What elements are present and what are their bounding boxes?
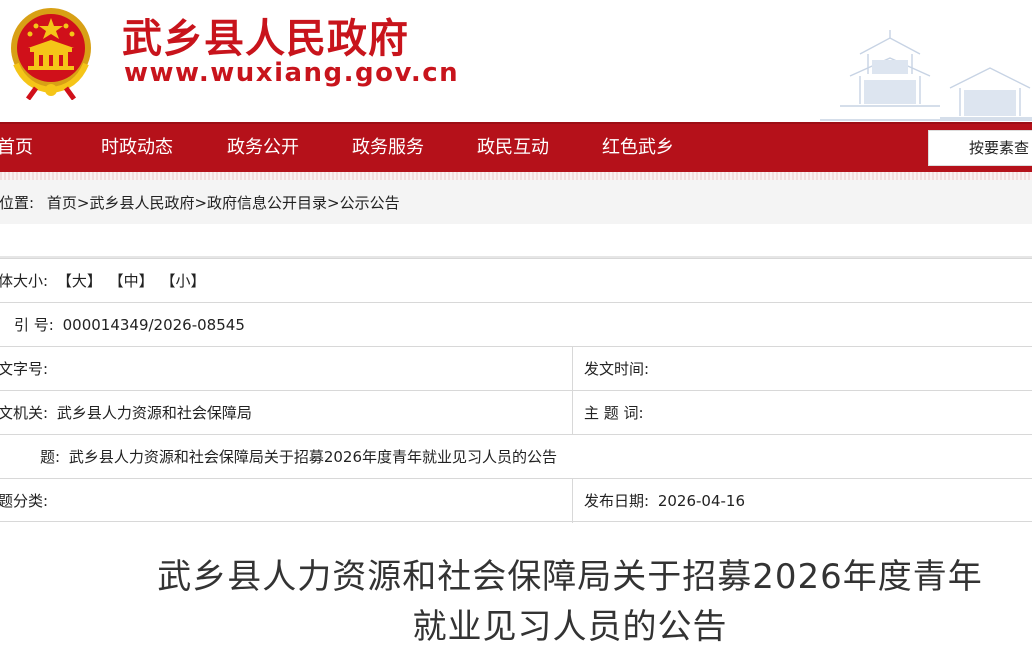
nav-item-home[interactable]: 首页	[0, 124, 33, 172]
breadcrumb-home[interactable]: 首页	[47, 180, 77, 226]
breadcrumb-info-catalog[interactable]: 政府信息公开目录	[207, 180, 327, 226]
font-size-label: 体大小:	[0, 272, 49, 290]
doc-number-label: 文字号:	[0, 360, 49, 378]
index-number-label: 引 号:	[14, 316, 54, 334]
nav-item-red-wuxiang[interactable]: 红色武乡	[602, 124, 674, 172]
publish-date-value: 2026-04-16	[657, 492, 746, 510]
doc-number-row: 文字号: 发文时间:	[0, 346, 1032, 391]
search-input[interactable]	[929, 131, 1032, 165]
article-title: 武乡县人力资源和社会保障局关于招募2026年度青年 就业见习人员的公告	[100, 552, 1032, 652]
breadcrumb-announcements[interactable]: 公示公告	[340, 180, 400, 226]
font-size-large-button[interactable]: 【大】	[57, 272, 102, 290]
article-title-line-1: 武乡县人力资源和社会保障局关于招募2026年度青年	[157, 557, 983, 597]
main-nav: 首页 时政动态 政务公开 政务服务 政民互动 红色武乡	[0, 122, 1032, 172]
nav-item-gov-services[interactable]: 政务服务	[352, 124, 424, 172]
keywords-label: 主 题 词:	[584, 404, 644, 422]
national-emblem-icon	[11, 8, 91, 100]
document-metadata-table: 体大小: 【大】 【中】 【小】 引 号: 000014349/2026-085…	[0, 258, 1032, 523]
category-label: 题分类:	[0, 492, 49, 510]
pagoda-decoration-icon	[820, 30, 1032, 121]
issue-time-label: 发文时间:	[584, 360, 650, 378]
breadcrumb-separator: >	[327, 194, 340, 212]
font-size-medium-button[interactable]: 【中】	[109, 272, 154, 290]
site-header: 武乡县人民政府 www.wuxiang.gov.cn	[0, 0, 1032, 122]
index-number-value: 000014349/2026-08545	[62, 316, 245, 334]
title-value: 武乡县人力资源和社会保障局关于招募2026年度青年就业见习人员的公告	[68, 448, 558, 466]
column-divider	[572, 391, 573, 435]
article-title-line-2: 就业见习人员的公告	[412, 607, 728, 647]
title-label: 题:	[40, 448, 61, 466]
nav-item-gov-affairs[interactable]: 政务公开	[227, 124, 299, 172]
breadcrumb-separator: >	[194, 194, 208, 212]
category-row: 题分类: 发布日期: 2026-04-16	[0, 478, 1032, 523]
breadcrumb-prefix: 位置:	[0, 194, 35, 212]
issuer-label: 文机关:	[0, 404, 49, 422]
font-size-row: 体大小: 【大】 【中】 【小】	[0, 258, 1032, 302]
issuer-row: 文机关: 武乡县人力资源和社会保障局 主 题 词:	[0, 390, 1032, 435]
title-row: 题: 武乡县人力资源和社会保障局关于招募2026年度青年就业见习人员的公告	[0, 434, 1032, 478]
index-number-row: 引 号: 000014349/2026-08545	[0, 302, 1032, 346]
nav-decoration-strip	[0, 172, 1032, 180]
nav-item-news[interactable]: 时政动态	[101, 124, 173, 172]
breadcrumb: 位置: 首页>武乡县人民政府>政府信息公开目录>公示公告	[0, 180, 1032, 224]
column-divider	[572, 347, 573, 391]
publish-date-label: 发布日期:	[584, 492, 650, 510]
column-divider	[572, 479, 573, 523]
breadcrumb-county-gov[interactable]: 武乡县人民政府	[89, 180, 194, 226]
issuer-value: 武乡县人力资源和社会保障局	[56, 404, 252, 422]
search-box[interactable]	[928, 130, 1032, 166]
site-url: www.wuxiang.gov.cn	[124, 58, 460, 88]
site-title: 武乡县人民政府	[122, 16, 409, 62]
breadcrumb-separator: >	[76, 194, 90, 212]
nav-item-interaction[interactable]: 政民互动	[477, 124, 549, 172]
font-size-small-button[interactable]: 【小】	[160, 272, 205, 290]
